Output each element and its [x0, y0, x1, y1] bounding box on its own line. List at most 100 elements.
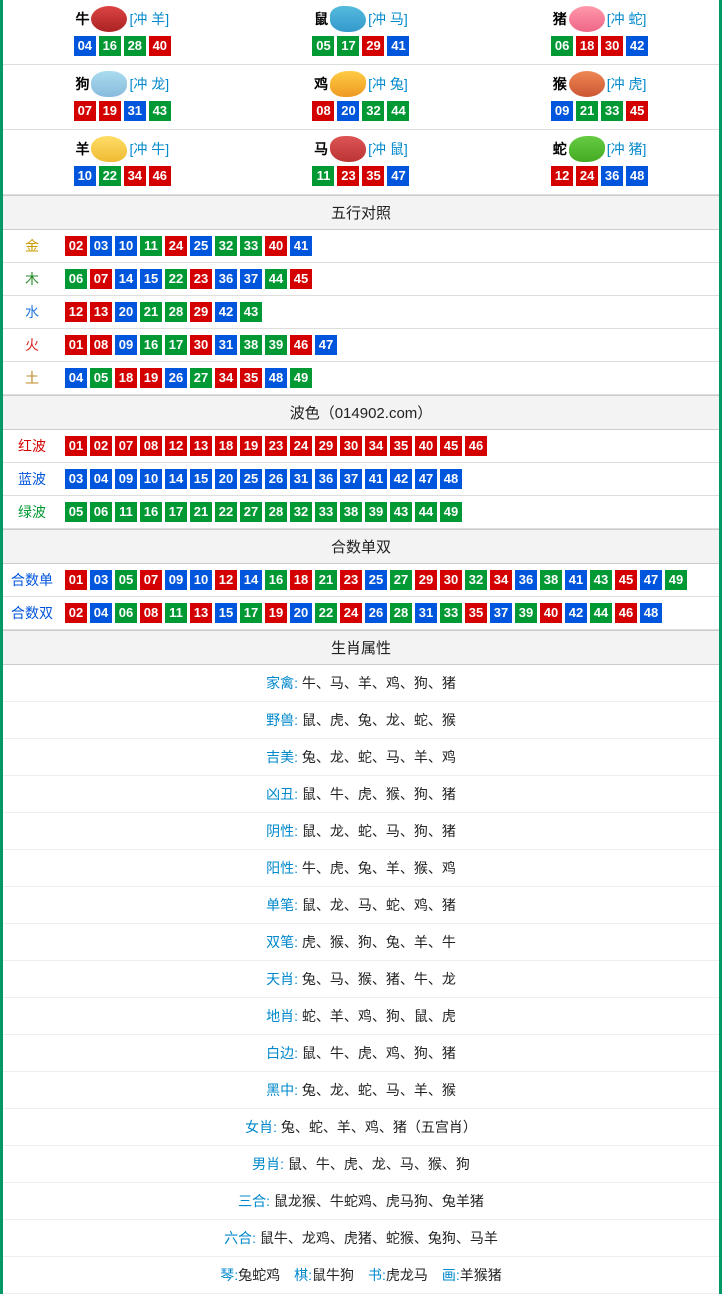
zodiac-cell: 鼠[冲 马]05172941 [242, 0, 481, 65]
number-ball: 42 [390, 469, 412, 489]
she-icon [569, 136, 605, 162]
attr-label: 六合: [224, 1230, 260, 1246]
attr-value: 鼠、龙、蛇、马、狗、猪 [302, 823, 456, 839]
wuxing-label: 金 [7, 236, 57, 256]
number-ball: 30 [601, 36, 623, 56]
number-ball: 06 [115, 603, 137, 623]
wuxing-row: 火0108091617303138394647 [3, 329, 719, 362]
attr-row: 阳性: 牛、虎、兔、羊、猴、鸡 [3, 850, 719, 887]
zodiac-name: 狗 [75, 74, 89, 94]
heshu-label: 合数双 [7, 603, 57, 623]
number-ball: 16 [265, 570, 287, 590]
number-ball: 10 [74, 166, 96, 186]
number-ball: 05 [65, 502, 87, 522]
number-ball: 21 [190, 502, 212, 522]
zodiac-cell: 猴[冲 虎]09213345 [480, 65, 719, 130]
zodiac-cell: 牛[冲 羊]04162840 [3, 0, 242, 65]
number-ball: 07 [115, 436, 137, 456]
number-ball: 26 [165, 368, 187, 388]
qin-qi-shu-hua-row: 琴:兔蛇鸡 棋:鼠牛狗 书:虎龙马 画:羊猴猪 [3, 1257, 719, 1294]
number-ball: 03 [90, 236, 112, 256]
attr-label: 单笔: [266, 897, 302, 913]
number-ball: 19 [265, 603, 287, 623]
section-header-heshu: 合数单双 [3, 529, 719, 564]
attr-row: 凶丑: 鼠、牛、虎、猴、狗、猪 [3, 776, 719, 813]
number-ball: 12 [551, 166, 573, 186]
number-ball: 44 [415, 502, 437, 522]
number-ball: 16 [99, 36, 121, 56]
zodiac-conflict: [冲 兔] [368, 74, 408, 94]
qqsh-value: 羊猴猪 [460, 1267, 502, 1283]
heshu-row: 合数双0204060811131517192022242628313335373… [3, 597, 719, 630]
number-ball: 19 [140, 368, 162, 388]
number-ball: 40 [265, 236, 287, 256]
number-ball: 01 [65, 436, 87, 456]
number-ball: 30 [190, 335, 212, 355]
number-ball: 04 [90, 469, 112, 489]
number-ball: 43 [149, 101, 171, 121]
zodiac-title: 狗 [冲 龙] [3, 71, 242, 97]
niu-icon [91, 6, 127, 32]
number-ball: 01 [65, 570, 87, 590]
bose-balls: 05061116172122272832333839434449 [57, 502, 462, 522]
number-ball: 19 [240, 436, 262, 456]
attr-label: 白边: [266, 1045, 302, 1061]
number-ball: 26 [365, 603, 387, 623]
number-ball: 09 [115, 335, 137, 355]
bose-label: 绿波 [7, 502, 57, 522]
number-ball: 25 [190, 236, 212, 256]
wuxing-section: 金02031011242532334041木060714152223363744… [3, 230, 719, 395]
number-ball: 18 [215, 436, 237, 456]
wuxing-balls: 02031011242532334041 [57, 236, 312, 256]
number-ball: 28 [265, 502, 287, 522]
attr-label: 阴性: [266, 823, 302, 839]
heshu-row: 合数单0103050709101214161821232527293032343… [3, 564, 719, 597]
number-ball: 30 [440, 570, 462, 590]
attr-label: 黑中: [266, 1082, 302, 1098]
wuxing-row: 金02031011242532334041 [3, 230, 719, 263]
number-ball: 35 [390, 436, 412, 456]
number-ball: 03 [65, 469, 87, 489]
number-ball: 45 [615, 570, 637, 590]
number-ball: 29 [190, 302, 212, 322]
number-ball: 18 [576, 36, 598, 56]
number-ball: 12 [65, 302, 87, 322]
number-ball: 41 [365, 469, 387, 489]
attr-value: 牛、虎、兔、羊、猴、鸡 [302, 860, 456, 876]
number-ball: 29 [415, 570, 437, 590]
number-ball: 36 [515, 570, 537, 590]
zodiac-conflict: [冲 蛇] [607, 9, 647, 29]
number-ball: 11 [115, 502, 137, 522]
attr-value: 鼠龙猴、牛蛇鸡、虎马狗、兔羊猪 [274, 1193, 484, 1209]
number-ball: 23 [265, 436, 287, 456]
number-ball: 39 [265, 335, 287, 355]
number-ball: 08 [140, 436, 162, 456]
ji-icon [330, 71, 366, 97]
number-ball: 25 [365, 570, 387, 590]
number-ball: 27 [190, 368, 212, 388]
number-ball: 04 [74, 36, 96, 56]
number-ball: 45 [626, 101, 648, 121]
number-ball: 02 [65, 236, 87, 256]
attr-row: 吉美: 兔、龙、蛇、马、羊、鸡 [3, 739, 719, 776]
number-ball: 31 [215, 335, 237, 355]
zodiac-conflict: [冲 龙] [129, 74, 169, 94]
zodiac-title: 牛[冲 羊] [3, 6, 242, 32]
number-ball: 47 [387, 166, 409, 186]
number-ball: 37 [340, 469, 362, 489]
section-header-wuxing: 五行对照 [3, 195, 719, 230]
number-ball: 49 [440, 502, 462, 522]
number-ball: 45 [440, 436, 462, 456]
zodiac-name: 蛇 [553, 139, 567, 159]
number-ball: 36 [601, 166, 623, 186]
attr-value: 牛、马、羊、鸡、狗、猪 [302, 675, 456, 691]
wuxing-row: 水1213202128294243 [3, 296, 719, 329]
number-ball: 15 [215, 603, 237, 623]
zodiac-cell: 马[冲 鼠]11233547 [242, 130, 481, 195]
zhu-icon [569, 6, 605, 32]
heshu-label: 合数单 [7, 570, 57, 590]
zodiac-conflict: [冲 虎] [607, 74, 647, 94]
number-ball: 23 [340, 570, 362, 590]
attr-value: 鼠牛、龙鸡、虎猪、蛇猴、兔狗、马羊 [260, 1230, 498, 1246]
attr-value: 虎、猴、狗、兔、羊、牛 [302, 934, 456, 950]
